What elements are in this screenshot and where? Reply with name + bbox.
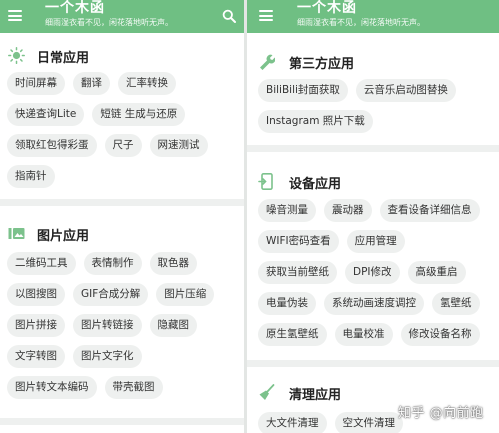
chip-gif[interactable]: GIF合成分解: [73, 283, 149, 306]
chip-hidden-image[interactable]: 隐藏图: [149, 314, 197, 337]
chip-color-picker[interactable]: 取色器: [149, 252, 197, 275]
chip-large-file-clean[interactable]: 大文件清理: [258, 412, 327, 433]
chip-translate[interactable]: 翻译: [73, 72, 110, 95]
app-bar: 一个木函 细雨湿衣看不见，闲花落地听无声。: [247, 0, 499, 33]
chip-currency[interactable]: 汇率转换: [118, 72, 176, 95]
chip-advanced-reboot[interactable]: 高级重启: [407, 261, 466, 284]
chip-bilibili-cover[interactable]: BiliBili封面获取: [258, 79, 348, 102]
section-separator: [0, 199, 244, 206]
chip-battery-fake[interactable]: 电量伪装: [258, 292, 316, 315]
chip-empty-file-clean[interactable]: 空文件清理: [334, 412, 403, 433]
menu-icon[interactable]: [259, 10, 273, 21]
chip-compass[interactable]: 指南针: [7, 165, 55, 188]
chip-time-screen[interactable]: 时间屏幕: [7, 72, 65, 95]
chip-animation-speed[interactable]: 系统动画速度调控: [324, 292, 424, 315]
section-title: 设备应用: [289, 177, 342, 192]
chip-hydrogen-wallpaper[interactable]: 氢壁纸: [432, 292, 480, 315]
chip-image-search[interactable]: 以图搜图: [7, 283, 65, 306]
section-title: 图片应用: [37, 229, 90, 244]
app-subtitle: 细雨湿衣看不见，闲花落地听无声。: [45, 18, 173, 27]
chip-group: 时间屏幕 翻译 汇率转换 快递查询Lite 短链 生成与还原 领取红包得彩蛋 尺子 网速测…: [0, 72, 244, 188]
chip-device-name[interactable]: 修改设备名称: [400, 323, 480, 346]
chip-device-info[interactable]: 查看设备详细信息: [379, 199, 480, 222]
section-image: 图片应用 二维码工具 表情制作 取色器 以图搜图 GIF合成分解 图片压缩 图片拼接 图片…: [0, 218, 244, 407]
broom-icon: [259, 384, 275, 400]
chip-emoji-maker[interactable]: 表情制作: [83, 252, 142, 275]
section-device: 设备应用 噪音测量 震动器 查看设备详细信息 WIFI密码查看 应用管理 获取当前壁纸…: [247, 166, 499, 354]
app-subtitle: 细雨湿衣看不见，闲花落地听无声。: [297, 18, 425, 27]
chip-text-to-image[interactable]: 文字转图: [7, 345, 65, 368]
chip-noise-meter[interactable]: 噪音测量: [258, 199, 316, 222]
watermark: 知乎 @向前跑: [398, 406, 484, 421]
section-third-party: 第三方应用 BiliBili封面获取 云音乐启动图替换 Instagram 照片下…: [247, 46, 499, 141]
image-icon: [8, 228, 25, 239]
chip-group: 噪音测量 震动器 查看设备详细信息 WIFI密码查看 应用管理 获取当前壁纸 DPI修改…: [247, 199, 499, 346]
chip-express[interactable]: 快递查询Lite: [7, 103, 85, 126]
chip-qrcode[interactable]: 二维码工具: [7, 252, 76, 275]
section-title: 第三方应用: [289, 57, 355, 72]
chip-image-to-text[interactable]: 图片文字化: [73, 345, 142, 368]
section-separator: [0, 418, 244, 425]
device-icon: [258, 173, 273, 190]
chip-redpacket[interactable]: 领取红包得彩蛋: [7, 134, 97, 157]
left-panel: 一个木函 细雨湿衣看不见，闲花落地听无声。 日常应用 时间屏幕 翻译 汇率转换 快递…: [0, 0, 244, 433]
app-title: 一个木函: [297, 0, 357, 16]
chip-ruler[interactable]: 尺子: [104, 134, 142, 157]
chip-battery-calibrate[interactable]: 电量校准: [334, 323, 393, 346]
section-title: 清理应用: [289, 388, 342, 403]
chip-compress[interactable]: 图片压缩: [156, 283, 215, 306]
chip-speedtest[interactable]: 网速测试: [149, 134, 208, 157]
chip-image-encode[interactable]: 图片转文本编码: [7, 376, 97, 399]
chip-vibrator[interactable]: 震动器: [324, 199, 372, 222]
menu-icon[interactable]: [8, 10, 22, 21]
sun-icon: [8, 47, 25, 64]
section-separator: [247, 360, 499, 367]
chip-instagram[interactable]: Instagram 照片下载: [258, 110, 373, 133]
section-daily: 日常应用 时间屏幕 翻译 汇率转换 快递查询Lite 短链 生成与还原 领取红包得彩蛋…: [0, 40, 244, 196]
chip-app-manager[interactable]: 应用管理: [346, 230, 405, 253]
chip-group: BiliBili封面获取 云音乐启动图替换 Instagram 照片下载: [247, 79, 499, 133]
chip-stitch[interactable]: 图片拼接: [7, 314, 65, 337]
wrench-icon: [260, 54, 275, 70]
chip-current-wallpaper[interactable]: 获取当前壁纸: [258, 261, 337, 284]
search-icon[interactable]: [222, 9, 236, 23]
app-title: 一个木函: [45, 0, 105, 16]
chip-music-splash[interactable]: 云音乐启动图替换: [355, 79, 456, 102]
app-bar: 一个木函 细雨湿衣看不见，闲花落地听无声。: [0, 0, 244, 33]
chip-dpi[interactable]: DPI修改: [345, 261, 400, 284]
right-panel: 一个木函 细雨湿衣看不见，闲花落地听无声。 第三方应用 BiliBili封面获取…: [247, 0, 499, 433]
chip-image-link[interactable]: 图片转链接: [73, 314, 142, 337]
chip-shortlink[interactable]: 短链 生成与还原: [92, 103, 186, 126]
chip-frame-screenshot[interactable]: 带壳截图: [104, 376, 163, 399]
chip-group: 二维码工具 表情制作 取色器 以图搜图 GIF合成分解 图片压缩 图片拼接 图片转链接 隐藏…: [0, 252, 244, 399]
chip-wifi-password[interactable]: WIFI密码查看: [258, 230, 339, 253]
chip-native-wallpaper[interactable]: 原生氢壁纸: [258, 323, 327, 346]
section-title: 日常应用: [37, 51, 90, 66]
section-separator: [247, 145, 499, 152]
